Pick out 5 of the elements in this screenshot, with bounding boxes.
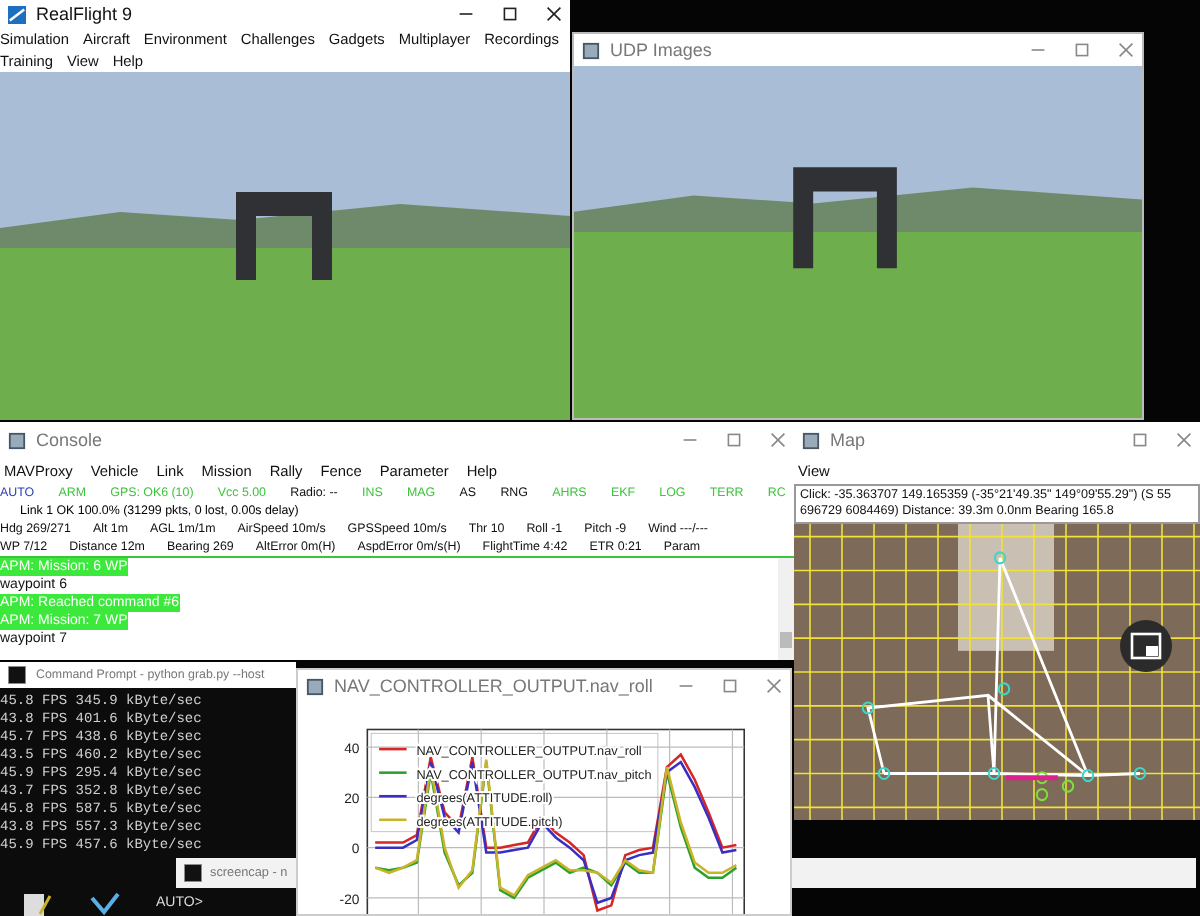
window-title: NAV_CONTROLLER_OUTPUT.nav_roll — [334, 676, 653, 696]
window-title: Map — [830, 430, 866, 450]
window-title: RealFlight 9 — [36, 4, 133, 24]
window-title: UDP Images — [610, 40, 712, 60]
window-title: Console — [36, 430, 103, 450]
